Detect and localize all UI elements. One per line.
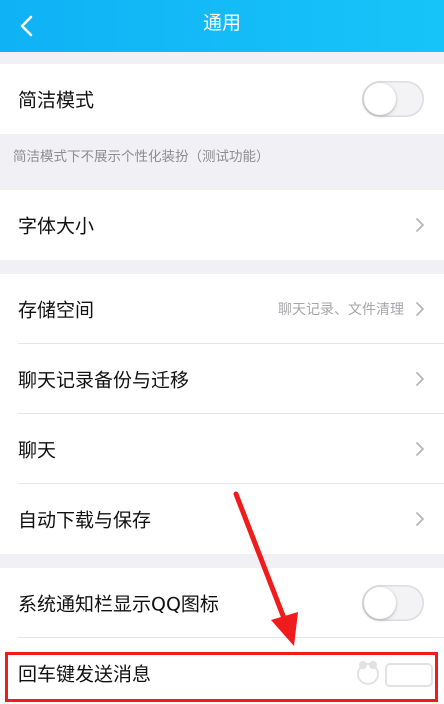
storage-row[interactable]: 存储空间 聊天记录、文件清理: [0, 274, 444, 344]
storage-label: 存储空间: [18, 299, 95, 322]
backup-label: 聊天记录备份与迁移: [18, 369, 190, 392]
chevron-right-icon: [416, 372, 424, 386]
chevron-right-icon: [416, 442, 424, 456]
storage-value: 聊天记录、文件清理: [278, 302, 404, 318]
chevron-right-icon: [416, 218, 424, 232]
font-size-label: 字体大小: [18, 215, 95, 238]
simple-mode-toggle[interactable]: [362, 81, 424, 117]
toggle-knob: [364, 587, 396, 619]
title-bar: 通用: [0, 0, 444, 52]
chevron-right-icon: [416, 512, 424, 526]
chat-row[interactable]: 聊天: [0, 414, 444, 484]
auto-download-label: 自动下载与保存: [18, 509, 152, 532]
notification-icon-toggle[interactable]: [362, 585, 424, 621]
toggle-knob: [364, 83, 396, 115]
simple-mode-label: 简洁模式: [18, 89, 95, 112]
font-size-row[interactable]: 字体大小: [0, 190, 444, 260]
enter-send-label: 回车键发送消息: [18, 663, 152, 686]
simple-mode-row: 简洁模式: [0, 64, 444, 134]
backup-row[interactable]: 聊天记录备份与迁移: [0, 344, 444, 414]
auto-download-row[interactable]: 自动下载与保存: [0, 484, 444, 554]
notification-icon-row: 系统通知栏显示QQ图标: [0, 568, 444, 638]
enter-send-row: 回车键发送消息: [0, 638, 444, 704]
page-title: 通用: [202, 12, 241, 34]
simple-mode-hint: 简洁模式下不展示个性化装扮（测试功能）: [13, 149, 270, 165]
chat-label: 聊天: [18, 439, 57, 462]
chevron-right-icon: [416, 302, 424, 316]
notification-icon-label: 系统通知栏显示QQ图标: [18, 593, 219, 616]
